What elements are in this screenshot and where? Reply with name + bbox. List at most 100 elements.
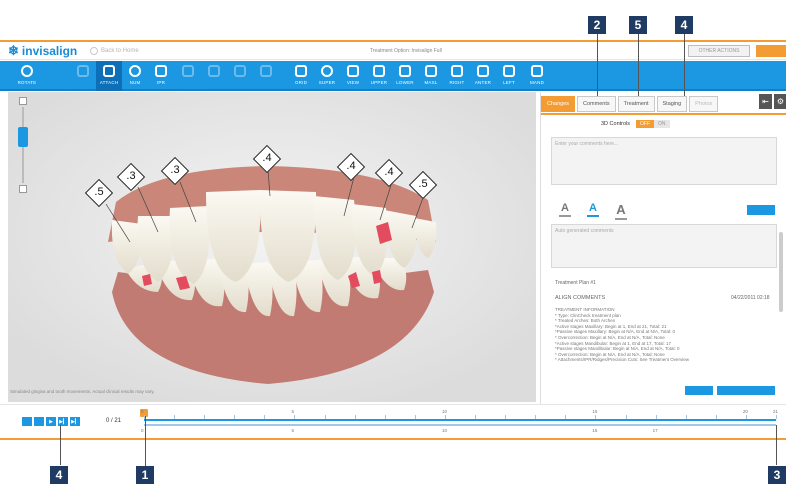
- lower-stage-number: 5: [291, 428, 294, 433]
- upper-stage-number: 0: [141, 409, 144, 414]
- 3d-viewport[interactable]: .5 .3 .3 .4 .4 .4 .5: [8, 92, 536, 402]
- treatment-info-line: * Attachments/IPR/Ridges/Precision Cuts:…: [555, 357, 690, 363]
- grid-icon: [295, 65, 307, 77]
- toolbar-mand-button[interactable]: MAND: [524, 61, 550, 91]
- align-comments-date: 04/22/2011 02:18: [731, 295, 770, 301]
- bottom-accent-bar: [0, 438, 786, 440]
- stage-tick: [565, 415, 567, 419]
- comment-input[interactable]: Enter your comments here...: [551, 137, 777, 185]
- toolbar-num-button[interactable]: NUM: [122, 61, 148, 91]
- 3d-controls: 3D Controls OFF ON: [601, 120, 670, 128]
- teeth-model[interactable]: [8, 92, 536, 402]
- panel-action-button-1[interactable]: [685, 386, 713, 395]
- lower-stage-number: 10: [441, 428, 447, 433]
- settings-icon[interactable]: ⚙: [774, 94, 786, 109]
- toolbar-view-button[interactable]: VIEW: [340, 61, 366, 91]
- toggle-off[interactable]: OFF: [636, 120, 655, 128]
- play-button[interactable]: ▶: [46, 417, 56, 426]
- tooth-label-2: .3: [116, 162, 146, 192]
- toolbar-tool-6-button[interactable]: [201, 61, 227, 91]
- other-actions-button[interactable]: OTHER ACTIONS: [688, 45, 750, 57]
- header-action-button[interactable]: [756, 45, 786, 57]
- save-comment-button[interactable]: [747, 205, 775, 215]
- toolbar-item-label: ANTER: [474, 80, 492, 85]
- callout-line-4-top: [684, 30, 685, 96]
- main-toolbar: ROTATE ATTACH NUM IPR GRID SUPER VIEW UPPER LOWE…: [0, 61, 786, 91]
- font-size-medium[interactable]: A: [587, 202, 599, 220]
- toolbar-grid-button[interactable]: GRID: [288, 61, 314, 91]
- stage-tick: [655, 415, 657, 419]
- toolbar-attach-button[interactable]: ATTACH: [96, 61, 122, 91]
- treatment-information: TREATMENT INFORMATION * Type: ClinCheck t…: [555, 307, 775, 363]
- tooth-label-3: .3: [160, 156, 190, 186]
- toolbar-tool-7-button[interactable]: [227, 61, 253, 91]
- rotate-icon: [21, 65, 33, 77]
- callout-1: 1: [136, 466, 154, 484]
- tab-photos[interactable]: Photos: [689, 96, 719, 112]
- tab-changes[interactable]: Changes: [541, 96, 576, 112]
- toolbar-item-label: UPPER: [370, 80, 388, 85]
- panel-scrollbar[interactable]: [779, 232, 783, 312]
- staging-timeline: ▶ ▶▎ ▶▎ 0 / 21 0 5 10 15 20 21 0 5 10 15 17: [0, 404, 786, 438]
- toolbar-lower-button[interactable]: LOWER: [392, 61, 418, 91]
- prev-stage-button[interactable]: [34, 417, 44, 426]
- toggle-on[interactable]: ON: [654, 120, 670, 128]
- tab-staging[interactable]: Staging: [656, 96, 688, 112]
- toolbar-item-label: RIGHT: [449, 80, 465, 85]
- invisalign-logo[interactable]: ❄ invisalign: [8, 43, 77, 59]
- stage-tick: [745, 415, 747, 419]
- maxl-icon: [425, 65, 437, 77]
- zoom-slider[interactable]: [16, 97, 30, 197]
- num-icon: [129, 65, 141, 77]
- treatment-option-title: Treatment Option: Invisalign Full: [370, 48, 442, 54]
- toolbar-item-label: IPR: [156, 80, 166, 85]
- toolbar-upper-button[interactable]: UPPER: [366, 61, 392, 91]
- tooth-label-5: .4: [336, 152, 366, 182]
- back-to-home-link[interactable]: Back to Home: [90, 47, 139, 55]
- right-panel: Changes Comments Treatment Staging Photo…: [540, 92, 786, 404]
- collapse-panel-icon[interactable]: ⇤: [759, 94, 772, 109]
- toolbar-item-label: VIEW: [346, 80, 360, 85]
- zoom-out-icon[interactable]: [19, 185, 27, 193]
- tooth-label-7: .5: [408, 170, 438, 200]
- zoom-handle[interactable]: [18, 127, 28, 147]
- 3d-controls-toggle[interactable]: OFF ON: [636, 120, 670, 128]
- toolbar-maxl-button[interactable]: MAXL: [418, 61, 444, 91]
- upper-stage-number: 15: [592, 409, 598, 414]
- other-actions-label: OTHER ACTIONS: [698, 48, 740, 54]
- upper-arch-track[interactable]: [144, 419, 776, 421]
- font-size-large[interactable]: A: [615, 202, 627, 220]
- stage-tick: [776, 415, 777, 419]
- first-stage-button[interactable]: [22, 417, 32, 426]
- toolbar-item-label: GRID: [294, 80, 308, 85]
- last-stage-button[interactable]: ▶▎: [70, 417, 80, 426]
- lower-arch-track[interactable]: [144, 424, 776, 426]
- stage-tick: [475, 415, 477, 419]
- toolbar-right-button[interactable]: RIGHT: [444, 61, 470, 91]
- right-icon: [451, 65, 463, 77]
- tab-treatment[interactable]: Treatment: [617, 96, 655, 112]
- stage-tick: [294, 415, 296, 419]
- logo-text: invisalign: [21, 44, 78, 58]
- toolbar-super-button[interactable]: SUPER: [314, 61, 340, 91]
- zoom-in-icon[interactable]: [19, 97, 27, 105]
- callout-4-bottom: 4: [50, 466, 68, 484]
- toolbar-left-button[interactable]: LEFT: [496, 61, 522, 91]
- tool-icon: [260, 65, 272, 77]
- callout-4-top: 4: [675, 16, 693, 34]
- tool-icon: [208, 65, 220, 77]
- toolbar-rotate-button[interactable]: ROTATE: [14, 61, 40, 91]
- toolbar-item-label: ATTACH: [99, 80, 119, 85]
- panel-action-button-2[interactable]: [717, 386, 775, 395]
- back-link-label: Back to Home: [101, 48, 139, 54]
- toolbar-anter-button[interactable]: ANTER: [470, 61, 496, 91]
- tooth-label-4: .4: [252, 144, 282, 174]
- font-size-small[interactable]: A: [559, 202, 571, 220]
- stage-tick: [414, 415, 416, 419]
- tab-comments[interactable]: Comments: [577, 96, 616, 112]
- toolbar-tool-5-button[interactable]: [175, 61, 201, 91]
- toolbar-tool-8-button[interactable]: [253, 61, 279, 91]
- toolbar-tool-1-button[interactable]: [70, 61, 96, 91]
- toolbar-ipr-button[interactable]: IPR: [148, 61, 174, 91]
- snowflake-icon: ❄: [8, 43, 19, 58]
